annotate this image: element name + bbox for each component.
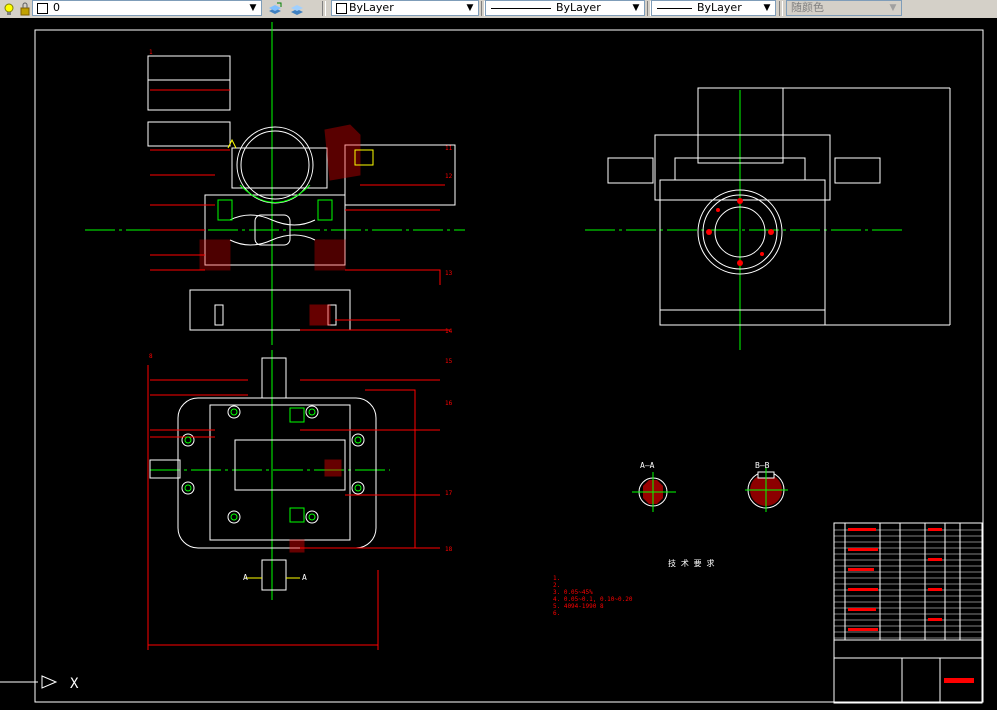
tech-req-line-4: 4. 0.05~0.1, 0.10~0.20: [553, 596, 633, 603]
tech-req-line-2: 2.: [553, 582, 560, 589]
make-layer-current-icon[interactable]: [268, 1, 282, 15]
layer-previous-icon[interactable]: [290, 1, 304, 15]
linetype-dropdown[interactable]: ByLayer ▼: [485, 0, 645, 16]
callout-18: 18: [445, 546, 453, 553]
tech-req-line-3: 3. 0.05~45%: [553, 589, 593, 596]
tech-req-line-5: 5. 4094-1990 8: [553, 603, 604, 610]
tech-req-line-1: 1.: [553, 575, 560, 582]
title-block-red: [848, 528, 974, 683]
color-dropdown[interactable]: ByLayer ▼: [331, 0, 479, 16]
top-view: [149, 350, 390, 600]
front-view: [85, 22, 465, 345]
ucs-x-label: X: [70, 676, 79, 692]
callout-16: 16: [445, 400, 453, 407]
front-view-red: [150, 89, 450, 331]
toolbar-separator: [779, 1, 783, 16]
layer-color-swatch: [37, 3, 48, 14]
side-view: [585, 87, 951, 350]
section-aa-label: A—A: [640, 461, 655, 470]
color-value: ByLayer: [349, 1, 394, 14]
plotstyle-dropdown: 随颜色 ▼: [786, 0, 902, 16]
lineweight-sample: [657, 8, 692, 9]
drawing-frame: [34, 29, 984, 703]
section-bb: [745, 468, 788, 512]
lineweight-value: ByLayer: [697, 1, 742, 14]
drawing-canvas[interactable]: A—A B—B A A 技 术 要 求 1. 2. 3. 0.05~45% 4.…: [0, 18, 997, 706]
toolbar-separator: [322, 1, 326, 16]
chevron-down-icon[interactable]: ▼: [247, 1, 259, 15]
callout-11: 11: [445, 145, 453, 152]
callout-14: 14: [445, 328, 453, 335]
lock-icon[interactable]: [18, 1, 32, 16]
callout-17: 17: [445, 490, 453, 497]
plotstyle-value: 随颜色: [791, 1, 824, 14]
section-aa: [632, 472, 676, 512]
properties-toolbar: 0 ▼ ByLayer ▼ ByLayer ▼ ByLayer ▼ 随颜色 ▼: [0, 0, 997, 19]
chevron-down-icon[interactable]: ▼: [464, 1, 476, 15]
layer-dropdown[interactable]: 0 ▼: [32, 0, 262, 16]
callout-15: 15: [445, 358, 453, 365]
chevron-down-icon: ▼: [889, 3, 897, 13]
linetype-sample: [491, 8, 551, 9]
linetype-value: ByLayer: [556, 1, 601, 14]
tech-requirements-title: 技 术 要 求: [668, 558, 714, 568]
chevron-down-icon[interactable]: ▼: [761, 1, 773, 15]
view-a-right-label: A: [302, 573, 307, 582]
section-bb-label: B—B: [755, 461, 770, 470]
callout-8: 8: [149, 353, 153, 360]
callout-1: 1: [149, 49, 153, 56]
lineweight-dropdown[interactable]: ByLayer ▼: [651, 0, 776, 16]
view-a-left-label: A: [243, 573, 248, 582]
ucs-icon: X: [0, 675, 79, 692]
callout-12: 12: [445, 173, 453, 180]
callout-13: 13: [445, 270, 453, 277]
layer-value: 0: [53, 1, 60, 14]
chevron-down-icon[interactable]: ▼: [630, 1, 642, 15]
color-swatch: [336, 3, 347, 14]
lightbulb-icon[interactable]: [2, 1, 16, 15]
tech-req-line-6: 6.: [553, 610, 560, 617]
